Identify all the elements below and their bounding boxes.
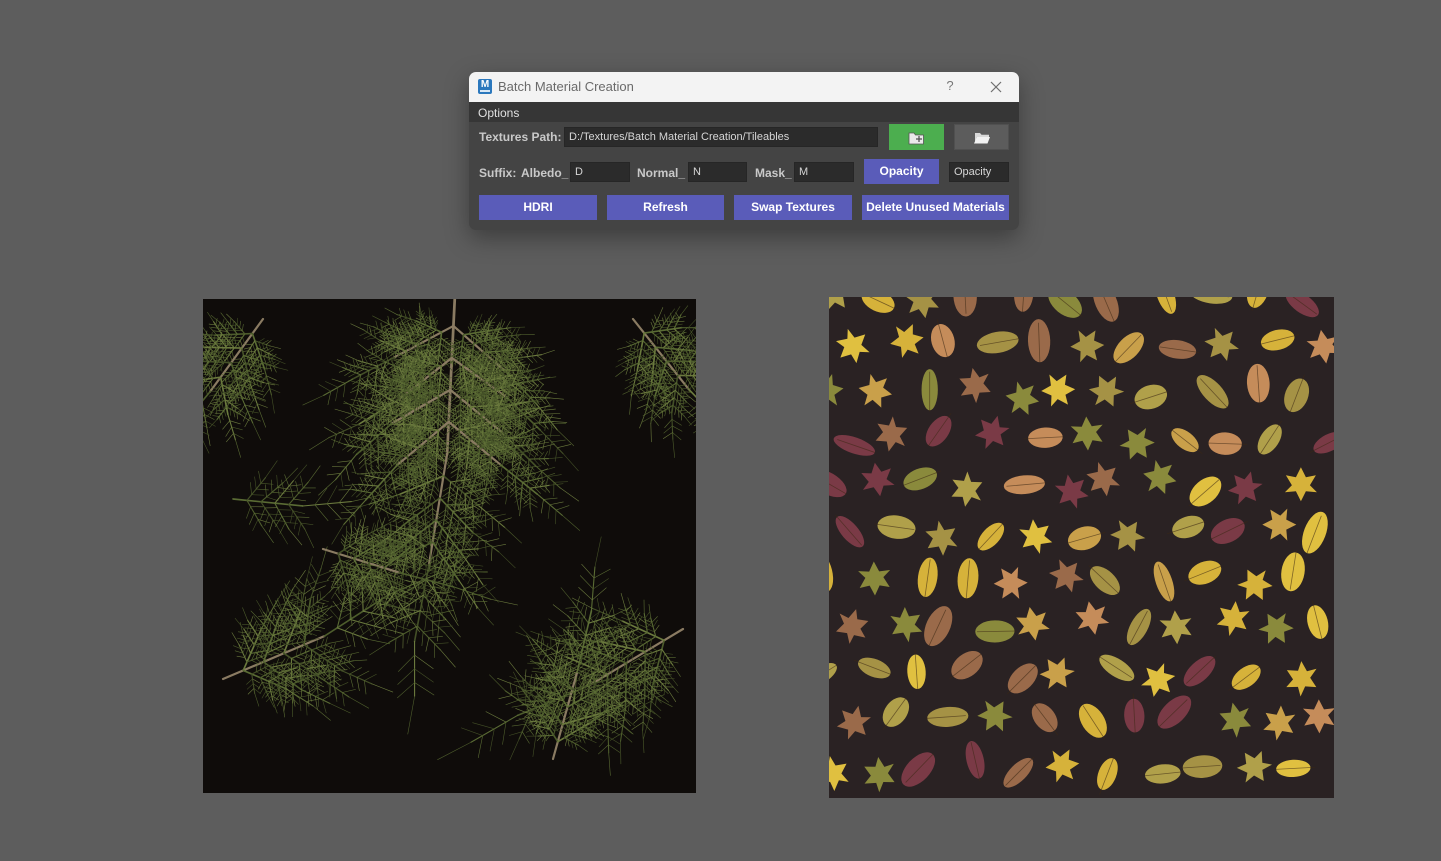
batch-material-dialog: M Batch Material Creation ? Options Text… [469,72,1019,230]
mask-suffix-field[interactable]: M [794,162,854,182]
opacity-suffix-field[interactable]: Opacity [949,162,1009,182]
app-icon-letter: M [480,79,490,90]
opacity-button[interactable]: Opacity [864,159,939,184]
title-bar[interactable]: M Batch Material Creation ? [469,72,1019,102]
delete-unused-materials-button[interactable]: Delete Unused Materials [862,195,1009,220]
help-button[interactable]: ? [939,78,961,96]
menu-bar: Options [469,102,1019,122]
textures-path-field[interactable]: D:/Textures/Batch Material Creation/Tile… [564,127,878,147]
folder-open-icon [974,133,990,144]
suffix-label: Suffix: [479,166,517,180]
menu-options[interactable]: Options [478,106,519,120]
close-icon [990,81,1002,93]
albedo-label: Albedo_ [521,166,569,180]
folder-add-icon [908,132,924,145]
textures-path-label: Textures Path: [479,130,562,144]
normal-label: Normal_ [637,166,686,180]
window-title: Batch Material Creation [498,79,634,94]
add-folder-button[interactable] [889,124,944,150]
fern-branches-texture [203,299,696,793]
hdri-button[interactable]: HDRI [479,195,597,220]
browse-folder-button[interactable] [954,124,1009,150]
autumn-leaves-texture [829,297,1334,798]
albedo-suffix-field[interactable]: D [570,162,630,182]
refresh-button[interactable]: Refresh [607,195,724,220]
swap-textures-button[interactable]: Swap Textures [734,195,852,220]
close-button[interactable] [983,77,1009,97]
fern-branches-image [203,299,696,776]
normal-suffix-field[interactable]: N [688,162,747,182]
autumn-leaves-image [829,297,1334,795]
mask-label: Mask_ [755,166,792,180]
maya-app-icon: M [478,79,492,94]
